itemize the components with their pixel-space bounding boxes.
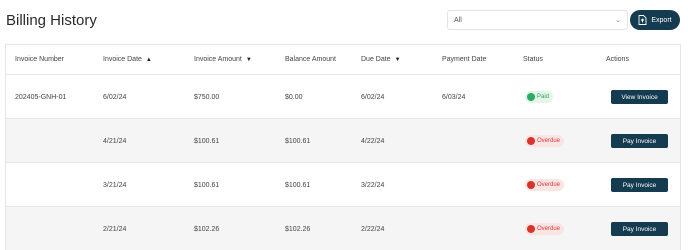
table-row: 4/21/24 $100.61 $100.61 4/22/24 Overdue …	[6, 119, 680, 163]
invoice-date: 4/21/24	[103, 138, 127, 145]
status-filter-select[interactable]: All ⌄	[447, 10, 628, 30]
col-payment-date: Payment Date	[442, 56, 487, 63]
status-dot-icon	[527, 137, 535, 145]
due-date: 4/22/24	[361, 138, 385, 145]
due-date: 3/22/24	[361, 182, 385, 189]
export-button[interactable]: Export	[630, 10, 680, 30]
due-date: 2/22/24	[361, 226, 385, 233]
table-header: Invoice Number Invoice Date ▲ Invoice Amo…	[6, 45, 680, 75]
status-badge: Overdue	[525, 135, 565, 147]
status-badge: Overdue	[525, 179, 565, 191]
invoice-number: 202405-GNH-01	[15, 94, 67, 101]
col-actions: Actions	[606, 56, 629, 63]
col-invoice-number: Invoice Number	[15, 56, 65, 63]
filter-selected-value: All	[454, 16, 462, 24]
status-badge: Paid	[525, 91, 554, 103]
due-date: 6/02/24	[361, 94, 385, 101]
sort-desc-icon: ▼	[394, 57, 401, 63]
invoice-amount: $750.00	[194, 94, 220, 101]
invoice-date: 2/21/24	[103, 226, 127, 233]
status-badge: Overdue	[525, 223, 565, 235]
status-label: Paid	[537, 94, 550, 100]
invoice-amount: $102.26	[194, 226, 220, 233]
col-invoice-amount[interactable]: Invoice Amount ▼	[194, 56, 252, 63]
chevron-down-icon: ⌄	[615, 17, 621, 24]
status-dot-icon	[527, 93, 535, 101]
balance-amount: $102.26	[285, 226, 311, 233]
col-due-date[interactable]: Due Date ▼	[361, 56, 401, 63]
view-invoice-button[interactable]: View Invoice	[611, 90, 668, 104]
col-balance-amount: Balance Amount	[285, 56, 336, 63]
table-row: 3/21/24 $100.61 $100.61 3/22/24 Overdue …	[6, 163, 680, 207]
page-header: Billing History All ⌄ Export	[0, 0, 688, 44]
col-invoice-date[interactable]: Invoice Date ▲	[103, 56, 152, 63]
pay-invoice-button[interactable]: Pay Invoice	[611, 134, 668, 148]
page-title: Billing History	[6, 12, 97, 29]
balance-amount: $0.00	[285, 94, 303, 101]
file-export-icon	[638, 15, 647, 25]
status-label: Overdue	[537, 226, 561, 232]
col-invoice-amount-label: Invoice Amount	[194, 56, 242, 63]
balance-amount: $100.61	[285, 182, 311, 189]
col-invoice-date-label: Invoice Date	[103, 56, 142, 63]
status-dot-icon	[527, 225, 535, 233]
sort-desc-icon: ▼	[245, 57, 252, 63]
invoice-amount: $100.61	[194, 182, 220, 189]
col-status: Status	[523, 56, 543, 63]
table-row: 2/21/24 $102.26 $102.26 2/22/24 Overdue …	[6, 207, 680, 250]
payment-date: 6/03/24	[442, 94, 466, 101]
billing-table: Invoice Number Invoice Date ▲ Invoice Amo…	[5, 44, 681, 250]
balance-amount: $100.61	[285, 138, 311, 145]
col-due-date-label: Due Date	[361, 56, 391, 63]
status-label: Overdue	[537, 138, 561, 144]
table-row: 202405-GNH-01 6/02/24 $750.00 $0.00 6/02…	[6, 75, 680, 119]
status-dot-icon	[527, 181, 535, 189]
invoice-date: 3/21/24	[103, 182, 127, 189]
export-label: Export	[651, 16, 672, 24]
invoice-date: 6/02/24	[103, 94, 127, 101]
invoice-amount: $100.61	[194, 138, 220, 145]
sort-asc-icon: ▲	[145, 57, 152, 63]
pay-invoice-button[interactable]: Pay Invoice	[611, 222, 668, 236]
status-label: Overdue	[537, 182, 561, 188]
pay-invoice-button[interactable]: Pay Invoice	[611, 178, 668, 192]
